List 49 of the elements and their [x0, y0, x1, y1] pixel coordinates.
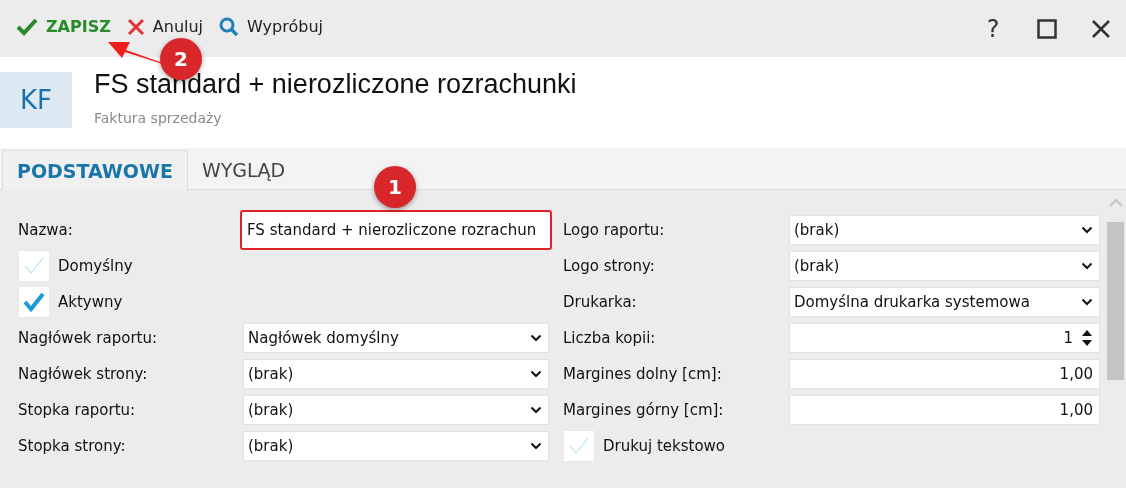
caret-icon — [1081, 298, 1093, 306]
close-icon — [1091, 18, 1111, 39]
field-label: Stopka raportu: — [18, 401, 137, 419]
field-label: Margines górny [cm]: — [563, 401, 725, 419]
field-label: Nazwa: — [18, 221, 74, 239]
field-label: Logo strony: — [563, 257, 656, 275]
spinner-arrows-icon — [1081, 328, 1093, 348]
dropdown[interactable]: Domyślna drukarka systemowa — [789, 287, 1100, 317]
search-icon — [219, 16, 240, 37]
scrollbar-thumb[interactable] — [1107, 222, 1124, 380]
try-button[interactable]: Wypróbuj — [213, 15, 329, 38]
document-type-badge: KF — [0, 72, 72, 128]
caret-icon — [530, 370, 542, 378]
field-label: Logo raportu: — [563, 221, 666, 239]
field-label: Liczba kopii: — [563, 329, 657, 347]
input-field[interactable]: FS standard + nierozliczone rozrachun — [240, 210, 552, 250]
dropdown[interactable]: (brak) — [243, 395, 549, 425]
dropdown[interactable]: (brak) — [243, 359, 549, 389]
dropdown[interactable]: (brak) — [789, 215, 1100, 245]
help-button[interactable]: ? — [978, 13, 1008, 44]
dropdown[interactable]: (brak) — [243, 431, 549, 461]
checkbox-label: Drukuj tekstowo — [603, 437, 725, 455]
field-label: Nagłówek strony: — [18, 365, 149, 383]
checkbox-label: Aktywny — [58, 293, 123, 311]
checkbox-label: Domyślny — [58, 257, 133, 275]
check-icon — [16, 17, 38, 36]
document-subtitle: Faktura sprzedaży — [94, 110, 223, 126]
caret-icon — [530, 442, 542, 450]
square-icon — [1037, 18, 1057, 39]
field-label: Stopka strony: — [18, 437, 127, 455]
field-label: Drukarka: — [563, 293, 638, 311]
dropdown[interactable]: (brak) — [789, 251, 1100, 281]
field-label: Nagłówek raportu: — [18, 329, 158, 347]
tab[interactable]: PODSTAWOWE — [2, 150, 188, 190]
save-button[interactable]: ZAPISZ — [10, 16, 117, 37]
caret-icon — [1081, 262, 1093, 270]
field-label: Margines dolny [cm]: — [563, 365, 723, 383]
step-number-badge: 1 — [374, 166, 416, 208]
number-field[interactable]: 1 — [789, 323, 1100, 353]
input-field[interactable]: 1,00 — [789, 359, 1100, 389]
cancel-button[interactable]: Anuluj — [120, 16, 210, 37]
caret-icon — [1081, 226, 1093, 234]
tab[interactable]: WYGLĄD — [187, 150, 300, 189]
cross-icon — [126, 17, 145, 36]
caret-icon — [530, 334, 542, 342]
input-field[interactable]: 1,00 — [789, 395, 1100, 425]
dropdown[interactable]: Nagłówek domyślny — [243, 323, 549, 353]
caret-icon — [530, 406, 542, 414]
scroll-up-icon — [1109, 198, 1123, 208]
